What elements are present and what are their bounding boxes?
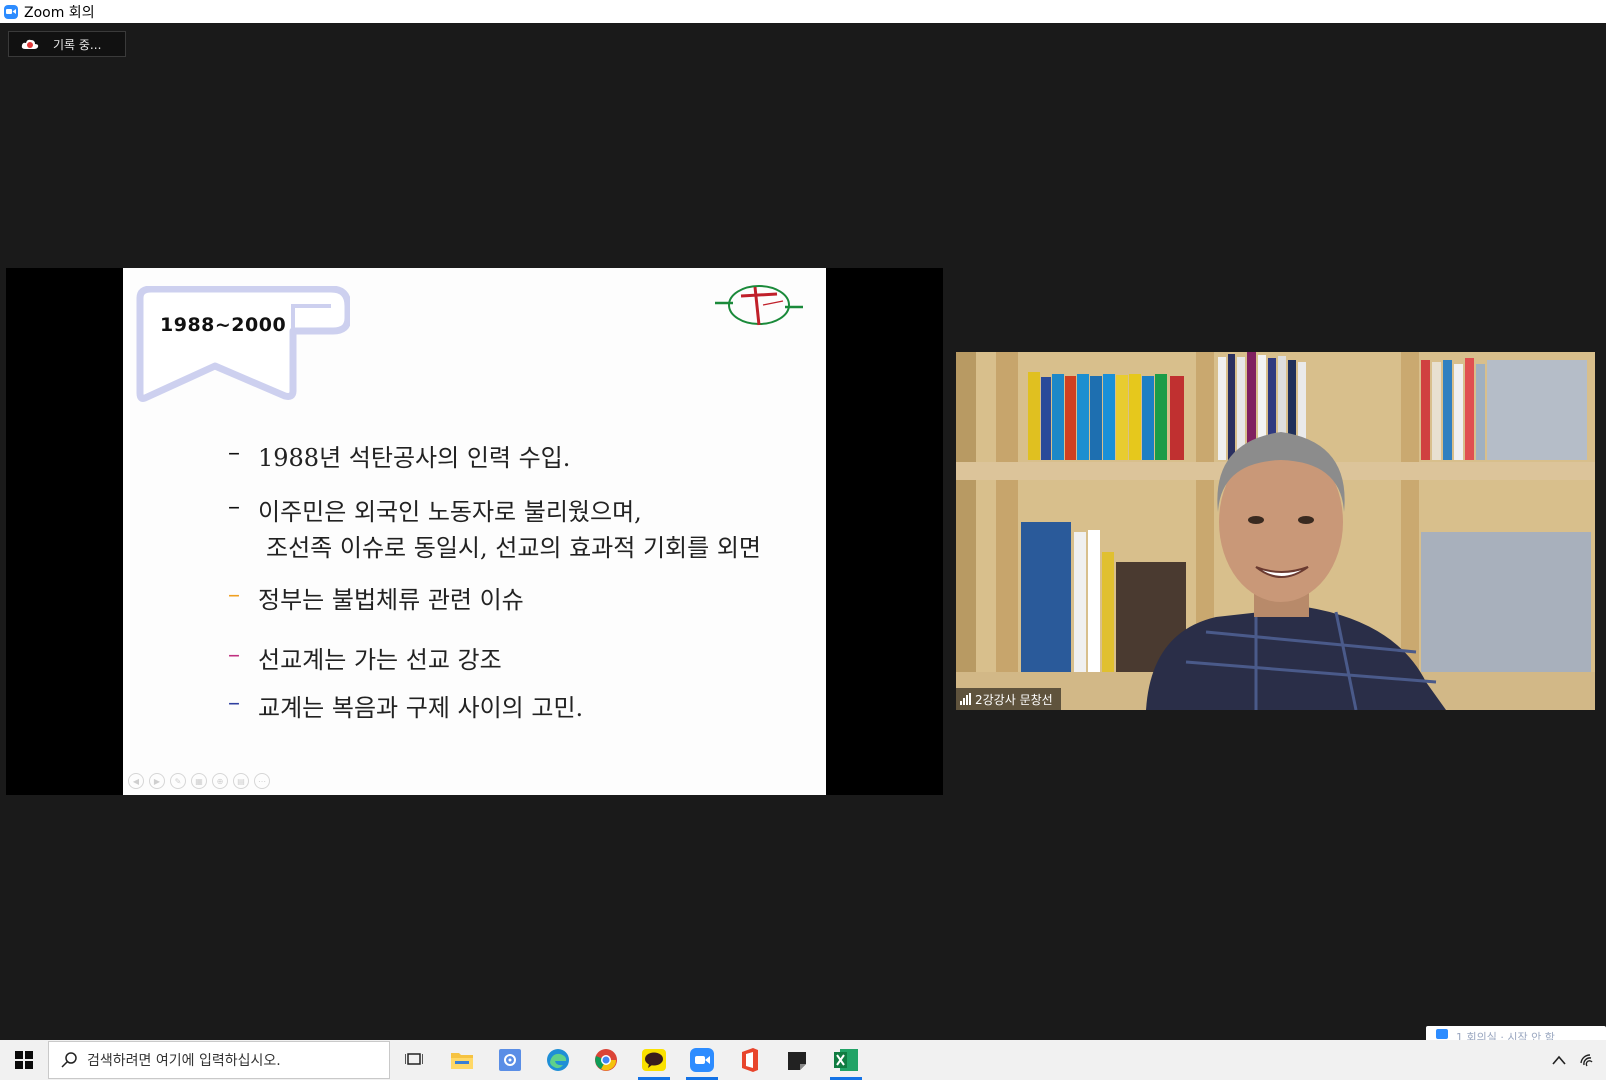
excel-app-icon[interactable] [822, 1040, 870, 1080]
windows-logo-icon [15, 1051, 33, 1069]
slide-bullet: – 교계는 복음과 구제 사이의 고민. [228, 688, 583, 723]
slides-grid-icon[interactable]: ▦ [191, 773, 207, 789]
zoom-app-icon[interactable] [678, 1040, 726, 1080]
sticky-notes-icon[interactable] [774, 1040, 822, 1080]
wifi-icon[interactable] [1580, 1053, 1596, 1067]
task-view-icon[interactable] [390, 1040, 438, 1080]
start-button[interactable] [0, 1040, 48, 1080]
bullet-dash: – [228, 438, 240, 466]
slide-banner-shape [136, 286, 350, 402]
zoom-notification-icon [1436, 1029, 1448, 1039]
system-tray [1552, 1040, 1596, 1080]
bullet-text: 1988년 석탄공사의 인력 수입. [258, 444, 571, 472]
chevron-up-icon[interactable] [1552, 1055, 1566, 1065]
bullet-dash: – [228, 580, 240, 608]
participant-video-tile[interactable]: 2강강사 문창선 [956, 352, 1595, 710]
taskbar-search-box[interactable]: 검색하려면 여기에 입력하십시오. [48, 1041, 390, 1079]
subtitles-icon[interactable]: ▤ [233, 773, 249, 789]
participant-name-tag: 2강강사 문창선 [956, 688, 1061, 710]
slide-bullet-continuation: 조선족 이슈로 동일시, 선교의 효과적 기회를 외면 [228, 528, 761, 563]
presentation-slide: 1988~2000 – 1988년 석탄공사의 인력 수입. – 이주민은 외국… [123, 268, 826, 795]
pen-icon[interactable]: ✎ [170, 773, 186, 789]
kakaotalk-icon[interactable] [630, 1040, 678, 1080]
more-options-icon[interactable]: ⋯ [254, 773, 270, 789]
organization-logo-icon [715, 285, 803, 326]
bullet-text: 이주민은 외국인 노동자로 불리웠으며, [258, 498, 642, 526]
zoom-in-icon[interactable]: ⊕ [212, 773, 228, 789]
recording-label: 기록 중... [53, 37, 102, 52]
bullet-text: 선교계는 가는 선교 강조 [258, 646, 502, 674]
participant-name: 2강강사 문창선 [975, 692, 1053, 707]
edge-browser-icon[interactable] [534, 1040, 582, 1080]
windows-taskbar: 검색하려면 여기에 입력하십시오. [0, 1040, 1606, 1080]
notification-text: 1 회의실 · 시작 안 함 [1456, 1031, 1555, 1040]
bullet-dash: – [228, 640, 240, 668]
notification-toast[interactable]: 1 회의실 · 시작 안 함 [1426, 1026, 1606, 1040]
bullet-dash: – [228, 688, 240, 716]
previous-slide-icon[interactable]: ◀ [128, 773, 144, 789]
slideshow-controls: ◀ ▶ ✎ ▦ ⊕ ▤ ⋯ [128, 773, 270, 789]
slide-period-title: 1988~2000 [160, 314, 287, 336]
bullet-text: 교계는 복음과 구제 사이의 고민. [258, 694, 584, 722]
slide-bullet: – 선교계는 가는 선교 강조 [228, 640, 502, 675]
bullet-text: 조선족 이슈로 동일시, 선교의 효과적 기회를 외면 [266, 534, 762, 562]
file-explorer-icon[interactable] [438, 1040, 486, 1080]
cloud-recording-icon [21, 39, 39, 49]
slide-bullet: – 1988년 석탄공사의 인력 수입. [228, 438, 570, 473]
zoom-logo-icon [4, 4, 18, 19]
slide-bullet: – 이주민은 외국인 노동자로 불리웠으며, [228, 492, 642, 527]
next-slide-icon[interactable]: ▶ [149, 773, 165, 789]
window-title: Zoom 회의 [24, 4, 95, 21]
settings-app-icon[interactable] [486, 1040, 534, 1080]
bullet-dash: – [228, 492, 240, 520]
slide-bullet: – 정부는 불법체류 관련 이슈 [228, 580, 524, 615]
search-placeholder: 검색하려면 여기에 입력하십시오. [87, 1053, 281, 1069]
bullet-text: 정부는 불법체류 관련 이슈 [258, 586, 524, 614]
recording-indicator[interactable]: 기록 중... [8, 31, 126, 57]
office-app-icon[interactable] [726, 1040, 774, 1080]
participant-video-image [956, 352, 1595, 710]
window-titlebar: Zoom 회의 [0, 0, 1606, 23]
connection-signal-icon [960, 693, 971, 705]
search-icon [61, 1052, 77, 1068]
chrome-browser-icon[interactable] [582, 1040, 630, 1080]
